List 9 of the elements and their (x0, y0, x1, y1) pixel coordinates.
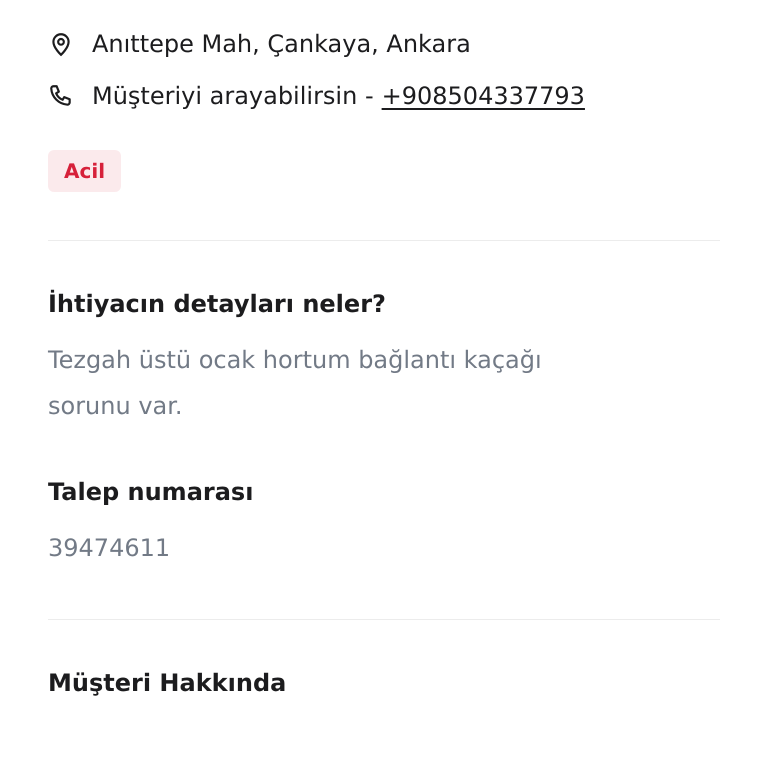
section-text: Tezgah üstü ocak hortum bağlantı kaçağı sorunu var. (48, 345, 543, 422)
phone-label: Müşteriyi arayabilirsin - (92, 82, 374, 110)
phone-link[interactable]: +908504337793 (382, 82, 585, 110)
urgent-tag: Acil (48, 150, 122, 192)
section-title: Müşteri Hakkında (48, 668, 288, 699)
section-title: Talep numarası (48, 477, 254, 508)
section-title: İhtiyacın detayları neler? (48, 288, 387, 320)
section-text: 39474611 (48, 533, 172, 564)
address-text: Anıttepe Mah, Çankaya, Ankara (92, 30, 471, 58)
